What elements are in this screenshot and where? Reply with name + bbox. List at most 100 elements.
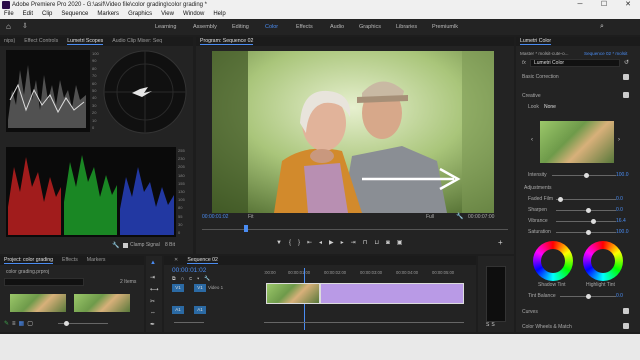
curves-header[interactable]: Curves xyxy=(522,309,538,315)
faded-film-slider[interactable] xyxy=(556,199,616,200)
razor-tool-icon[interactable]: ✂ xyxy=(150,298,155,305)
timeline-settings-icon[interactable]: 🔧 xyxy=(204,276,215,282)
saturation-value[interactable]: 100.0 xyxy=(616,229,629,235)
timeline-zoom-scrollbar[interactable] xyxy=(264,322,464,323)
track-v1-source[interactable]: V1 xyxy=(172,284,184,292)
look-preview-thumbnail[interactable] xyxy=(540,121,614,163)
tab-lumetri-color[interactable]: Lumetri Color xyxy=(520,38,552,45)
tab-audio[interactable]: Audio xyxy=(330,19,344,35)
zoom-fit-select[interactable]: Fit xyxy=(248,214,254,220)
mark-out-icon[interactable]: } xyxy=(298,240,307,246)
pen-tool-icon[interactable]: ✒ xyxy=(150,321,155,328)
sharpen-knob[interactable] xyxy=(586,208,591,213)
menu-file[interactable]: File xyxy=(4,11,14,17)
reset-icon[interactable]: ↺ xyxy=(624,59,629,66)
menu-sequence[interactable]: Sequence xyxy=(61,11,88,17)
look-prev-icon[interactable]: ‹ xyxy=(531,137,533,143)
track-v1-target[interactable]: V1 xyxy=(194,284,206,292)
step-forward-icon[interactable]: ▸ xyxy=(341,240,351,246)
tint-balance-value[interactable]: 0.0 xyxy=(616,293,623,299)
marker-icon[interactable]: ▼ xyxy=(276,240,289,246)
effect-select[interactable]: Lumetri Color xyxy=(530,59,620,67)
track-a1-target[interactable]: A1 xyxy=(194,306,206,314)
video-clip[interactable] xyxy=(320,283,464,304)
menu-view[interactable]: View xyxy=(161,11,174,17)
mark-in-icon[interactable]: { xyxy=(289,240,298,246)
project-search-input[interactable] xyxy=(4,278,84,286)
tab-graphics[interactable]: Graphics xyxy=(359,19,381,35)
program-monitor-title[interactable]: Program: Sequence 02 xyxy=(200,38,254,45)
pencil-icon[interactable]: ✎ xyxy=(4,321,12,327)
saturation-knob[interactable] xyxy=(586,230,591,235)
menu-markers[interactable]: Markers xyxy=(97,11,119,17)
program-playhead[interactable] xyxy=(244,225,248,232)
highlight-tint-wheel-center[interactable] xyxy=(591,249,615,273)
tab-premiumlk[interactable]: Premiumlk xyxy=(432,19,458,35)
program-timecode[interactable]: 00:00:01:02 xyxy=(202,214,228,220)
intensity-knob[interactable] xyxy=(584,173,589,178)
project-clip-thumbnail-2[interactable] xyxy=(74,294,130,312)
linked-selection-icon[interactable]: ⊂ xyxy=(189,276,197,282)
look-next-icon[interactable]: › xyxy=(618,137,620,143)
menu-edit[interactable]: Edit xyxy=(23,11,33,17)
tab-effects[interactable]: Effects xyxy=(296,19,313,35)
sequence-clip-selector[interactable]: Sequence 02 * molsit xyxy=(584,51,627,56)
timeline-ruler[interactable]: :00:00 00:00:01:00 00:00:02:00 00:00:03:… xyxy=(264,270,474,278)
close-button[interactable]: ✕ xyxy=(616,0,640,10)
step-back-icon[interactable]: ◂ xyxy=(319,240,329,246)
nest-icon[interactable]: ⧉ xyxy=(172,276,181,282)
track-height-slider[interactable] xyxy=(174,322,204,323)
timeline-timecode[interactable]: 00:00:01:02 xyxy=(172,267,206,274)
maximize-button[interactable]: ☐ xyxy=(592,0,616,10)
thumbnail-size-knob[interactable] xyxy=(64,321,69,326)
slip-tool-icon[interactable]: ⇔ xyxy=(150,310,156,316)
tab-effect-controls[interactable]: Effect Controls xyxy=(24,38,58,44)
home-icon[interactable]: ⌂ xyxy=(6,19,11,35)
go-to-out-icon[interactable]: ⇥ xyxy=(351,240,363,246)
tab-clips[interactable]: nips) xyxy=(4,38,15,44)
sharpen-value[interactable]: 0.0 xyxy=(616,207,623,213)
snap-icon[interactable]: ∩ xyxy=(181,276,190,282)
highlight-tint-wheel[interactable] xyxy=(583,241,623,281)
tab-color[interactable]: Color xyxy=(265,19,278,35)
track-a1-source[interactable]: A1 xyxy=(172,306,184,314)
menu-graphics[interactable]: Graphics xyxy=(128,11,152,17)
clamp-signal-checkbox[interactable] xyxy=(123,243,128,248)
intensity-value[interactable]: 100.0 xyxy=(616,172,629,178)
vibrance-knob[interactable] xyxy=(591,219,596,224)
tab-assembly[interactable]: Assembly xyxy=(193,19,217,35)
vibrance-slider[interactable] xyxy=(556,221,616,222)
search-icon[interactable]: ⌕ xyxy=(600,19,604,35)
faded-film-value[interactable]: 0.0 xyxy=(616,196,623,202)
color-wheels-header[interactable]: Color Wheels & Match xyxy=(522,324,572,330)
vibrance-value[interactable]: 16.4 xyxy=(616,218,626,224)
adjustments-header[interactable]: Adjustments xyxy=(524,185,552,191)
tab-audio-clip-mixer[interactable]: Audio Clip Mixer: Seq xyxy=(112,38,162,44)
master-clip-selector[interactable]: Master * molsit-cute-o... xyxy=(520,51,569,56)
tab-markers[interactable]: Markers xyxy=(87,257,106,263)
tab-libraries[interactable]: Libraries xyxy=(396,19,417,35)
tab-lumetri-scopes[interactable]: Lumetri Scopes xyxy=(67,38,104,45)
minimize-button[interactable]: ─ xyxy=(568,0,592,10)
tab-sequence-02[interactable]: Sequence 02 xyxy=(187,257,218,264)
freeform-view-icon[interactable]: ▢ xyxy=(27,321,36,327)
bit-depth-select[interactable]: 8 Bit xyxy=(165,242,175,248)
ripple-edit-tool-icon[interactable]: ⟷ xyxy=(150,286,159,293)
color-wheels-checkbox[interactable] xyxy=(623,323,629,329)
tint-balance-knob[interactable] xyxy=(586,294,591,299)
video-clip-thumbnail[interactable] xyxy=(266,283,320,304)
tab-effects-panel[interactable]: Effects xyxy=(62,257,78,263)
basic-correction-checkbox[interactable] xyxy=(623,74,629,80)
look-select[interactable]: None xyxy=(544,104,556,110)
curves-checkbox[interactable] xyxy=(623,308,629,314)
wrench-icon[interactable]: 🔧 xyxy=(112,242,119,249)
tab-project[interactable]: Project: color grading xyxy=(4,257,54,264)
selection-tool-icon[interactable]: ▲ xyxy=(150,260,156,266)
faded-film-knob[interactable] xyxy=(558,197,563,202)
program-video-frame[interactable] xyxy=(212,51,494,213)
tab-editing[interactable]: Editing xyxy=(232,19,249,35)
add-button-icon[interactable]: + xyxy=(498,238,503,247)
shadow-tint-wheel-center[interactable] xyxy=(541,249,565,273)
timeline-close-icon[interactable]: ✕ xyxy=(174,257,178,263)
solo-right-icon[interactable]: S xyxy=(491,322,496,328)
